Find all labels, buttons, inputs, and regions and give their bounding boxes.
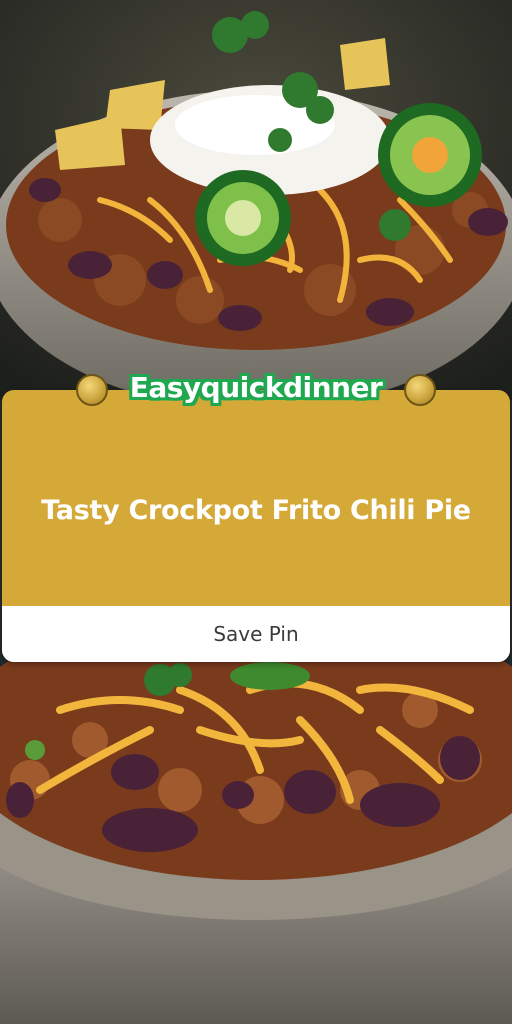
pin-card: Tasty Crockpot Frito Chili Pie Save Pin (2, 390, 510, 662)
top-food-photo (0, 0, 512, 400)
brand-banner: Easyquickdinner (72, 362, 440, 412)
bottom-food-photo (0, 650, 512, 1024)
brand-name: Easyquickdinner (129, 370, 383, 404)
pushpin-icon (404, 374, 436, 406)
save-pin-button[interactable]: Save Pin (2, 606, 510, 662)
pin-title: Tasty Crockpot Frito Chili Pie (41, 494, 471, 526)
pushpin-icon (76, 374, 108, 406)
